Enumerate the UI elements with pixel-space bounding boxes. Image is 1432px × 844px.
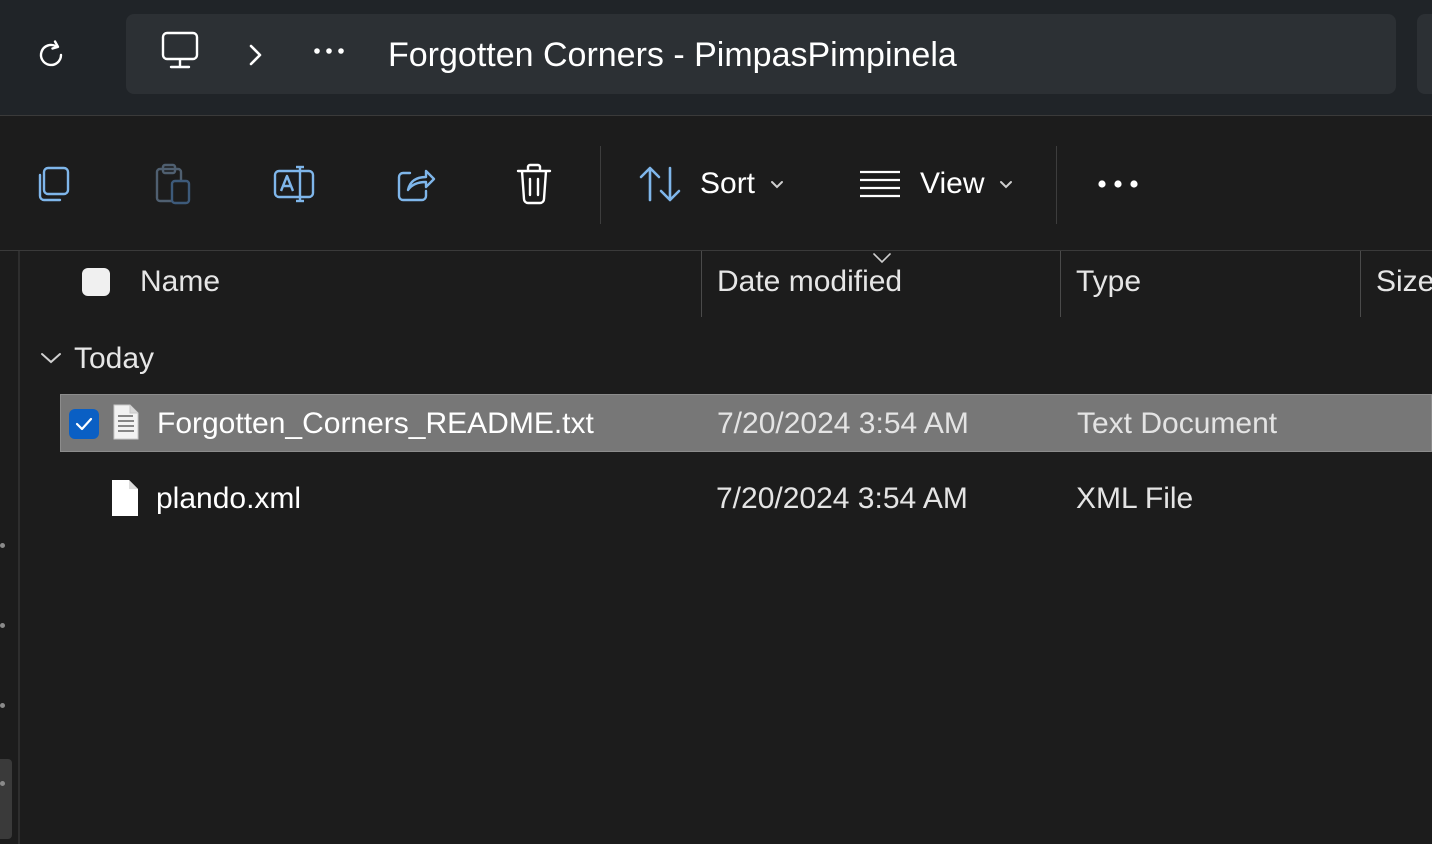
refresh-button[interactable] xyxy=(30,36,72,74)
column-header: Name Date modified Type Size xyxy=(20,251,1432,317)
scroll-dot xyxy=(0,543,5,548)
text-document-icon xyxy=(111,403,141,446)
scroll-dot xyxy=(0,703,5,708)
address-bar-area: Forgotten Corners - PimpasPimpinela xyxy=(0,0,1432,116)
file-icon xyxy=(110,478,140,523)
sort-label: Sort xyxy=(700,167,756,200)
file-type: XML File xyxy=(1076,482,1194,515)
column-divider[interactable] xyxy=(1360,251,1361,317)
checkmark-icon xyxy=(75,417,93,431)
search-box[interactable] xyxy=(1417,14,1432,94)
column-divider[interactable] xyxy=(1060,251,1061,317)
chevron-right-icon[interactable] xyxy=(246,40,266,75)
file-date-modified: 7/20/2024 3:54 AM xyxy=(717,407,969,440)
column-header-type[interactable]: Type xyxy=(1076,265,1141,299)
delete-button[interactable] xyxy=(514,156,554,212)
view-label: View xyxy=(920,167,985,200)
navigation-pane-edge xyxy=(0,251,20,844)
copy-button[interactable] xyxy=(32,156,74,212)
column-header-name[interactable]: Name xyxy=(140,265,220,299)
paste-icon xyxy=(155,163,191,205)
group-collapse-chevron-icon[interactable] xyxy=(40,350,62,371)
toolbar-divider xyxy=(600,146,601,224)
file-name[interactable]: plando.xml xyxy=(156,482,301,516)
column-divider[interactable] xyxy=(701,251,702,317)
row-checkbox[interactable] xyxy=(69,409,99,439)
breadcrumb-current-folder[interactable]: Forgotten Corners - PimpasPimpinela xyxy=(388,30,957,80)
scroll-dot xyxy=(0,781,5,786)
this-pc-icon[interactable] xyxy=(160,30,200,77)
paste-button[interactable] xyxy=(152,156,194,212)
file-name[interactable]: Forgotten_Corners_README.txt xyxy=(157,407,594,441)
sort-button[interactable]: Sort xyxy=(638,156,785,212)
scrollbar-thumb[interactable] xyxy=(0,759,12,839)
select-all-checkbox[interactable] xyxy=(82,268,110,296)
file-type: Text Document xyxy=(1077,407,1278,440)
file-row-readme[interactable]: Forgotten_Corners_README.txt 7/20/2024 3… xyxy=(60,394,1432,452)
more-horizontal-icon[interactable] xyxy=(312,44,346,63)
column-header-date-modified[interactable]: Date modified xyxy=(717,265,902,299)
view-list-icon xyxy=(860,170,900,198)
rename-button[interactable] xyxy=(272,156,316,212)
column-header-size[interactable]: Size xyxy=(1376,265,1432,299)
see-more-button[interactable] xyxy=(1096,156,1140,212)
delete-icon xyxy=(516,163,552,205)
sort-icon xyxy=(639,166,681,202)
chevron-down-icon xyxy=(771,181,784,189)
group-header-today[interactable]: Today xyxy=(74,342,154,376)
rename-icon xyxy=(273,165,315,203)
chevron-down-icon xyxy=(1000,181,1013,189)
file-row-plando[interactable]: plando.xml 7/20/2024 3:54 AM XML File xyxy=(60,470,1432,528)
view-button[interactable]: View xyxy=(858,156,1014,212)
share-icon xyxy=(397,169,436,202)
file-date-modified: 7/20/2024 3:54 AM xyxy=(716,482,968,515)
command-bar: Sort View xyxy=(0,116,1432,251)
copy-icon xyxy=(38,166,70,202)
toolbar-divider xyxy=(1056,146,1057,224)
scroll-dot xyxy=(0,623,5,628)
share-button[interactable] xyxy=(394,156,436,212)
refresh-icon xyxy=(39,40,63,67)
more-horizontal-icon xyxy=(1098,180,1138,188)
